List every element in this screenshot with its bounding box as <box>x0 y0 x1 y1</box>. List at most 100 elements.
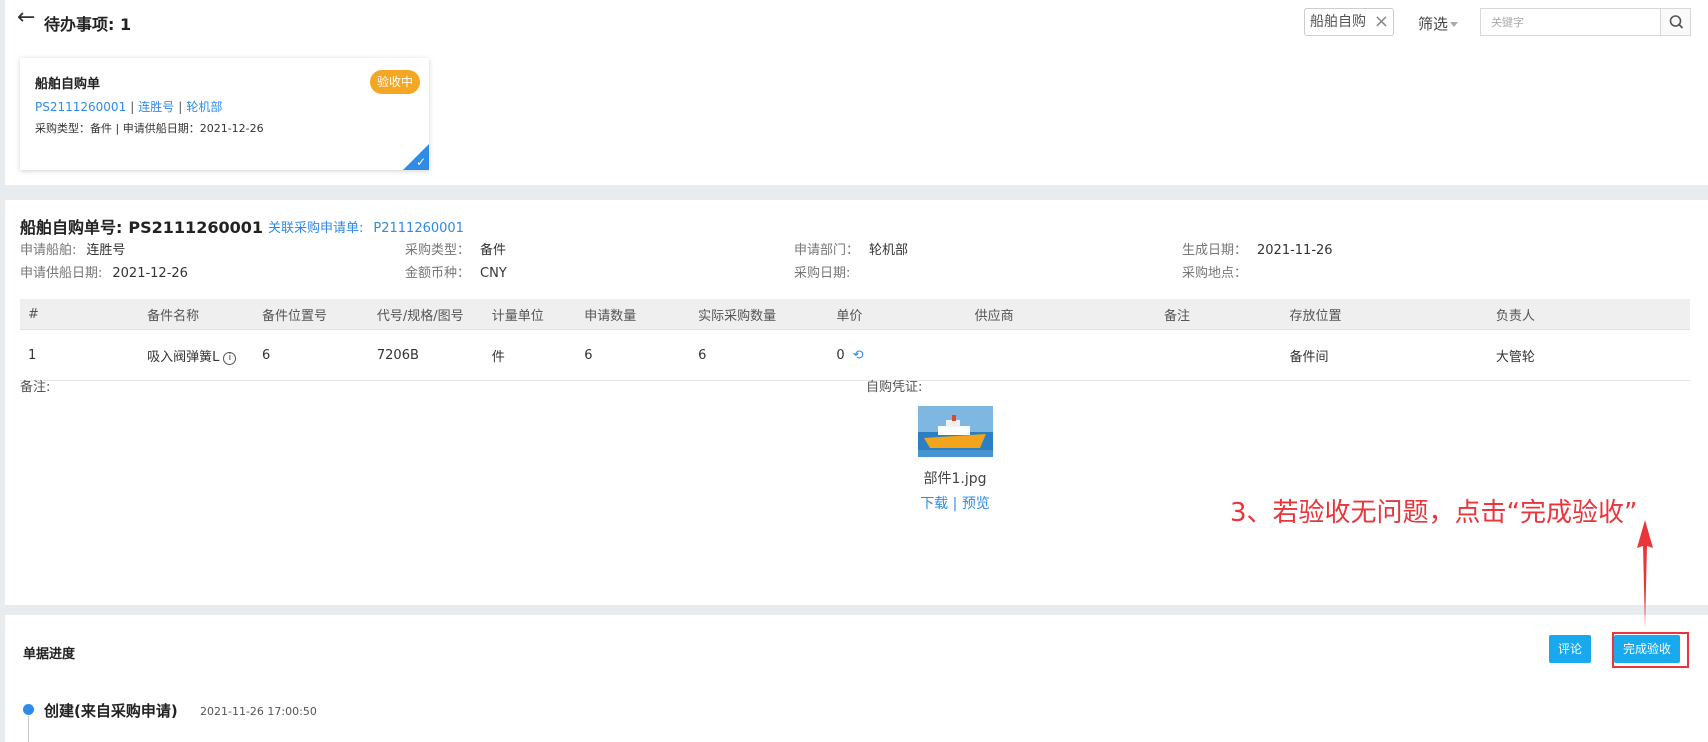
info-value: 轮机部 <box>869 243 909 258</box>
table-cell: 大管轮 <box>1487 329 1690 381</box>
column-header: 代号/规格/图号 <box>368 299 484 330</box>
card-ship-link[interactable]: 连胜号 <box>138 100 174 114</box>
info-label: 采购类型： <box>405 243 471 258</box>
search-button[interactable] <box>1660 8 1691 36</box>
order-title-label: 船舶自购单号: <box>20 218 123 237</box>
table-row: 1 吸入阀弹簧L i 6 7206B 件 6 6 0 ⟲ 备件间 大管轮 <box>20 329 1690 381</box>
voucher-actions: 下载 | 预览 <box>905 493 1005 513</box>
annotation-text: 3、若验收无问题，点击“完成验收” <box>1230 498 1638 528</box>
info-purchase-date: 采购日期: <box>794 262 860 281</box>
table-cell: 1 <box>20 329 140 381</box>
timeline-line <box>28 716 29 742</box>
card-links: PS2111260001 | 连胜号 | 轮机部 <box>35 98 222 115</box>
order-number: PS2111260001 <box>128 218 263 237</box>
info-label: 采购地点： <box>1182 266 1248 281</box>
search-icon <box>1669 15 1684 29</box>
check-icon: ✓ <box>415 155 426 169</box>
card-department-link[interactable]: 轮机部 <box>186 100 222 114</box>
column-header: 实际采购数量 <box>690 299 829 330</box>
unit-price: 0 <box>836 347 845 363</box>
voucher-label: 自购凭证: <box>866 380 923 395</box>
related-label: 关联采购申请单: <box>268 221 364 236</box>
voucher-file-name: 部件1.jpg <box>923 471 987 487</box>
progress-title: 单据进度 <box>23 647 76 662</box>
filter-tag[interactable]: 船舶自购 × <box>1304 8 1394 36</box>
info-label: 申请船舶: <box>20 243 77 258</box>
column-header: 负责人 <box>1487 299 1690 330</box>
todo-card[interactable]: 船舶自购单 验收中 PS2111260001 | 连胜号 | 轮机部 采购类型：备件 |… <box>20 58 429 170</box>
card-meta: 采购类型：备件 | 申请供船日期：2021-12-26 <box>35 122 264 135</box>
info-supply-date: 申请供船日期: 2021-12-26 <box>20 262 188 281</box>
annotation-arrow-icon <box>1637 520 1653 628</box>
info-created-date: 生成日期： 2021-11-26 <box>1182 239 1333 258</box>
table-cell <box>966 329 1156 381</box>
table-header-row: # 备件名称 备件位置号 代号/规格/图号 计量单位 申请数量 实际采购数量 单… <box>20 299 1690 330</box>
card-order-link[interactable]: PS2111260001 <box>35 100 126 114</box>
info-ship: 申请船舶: 连胜号 <box>20 239 125 258</box>
table-cell <box>1155 329 1282 381</box>
ship-image-icon <box>918 406 993 457</box>
info-value: 2021-11-26 <box>1257 243 1333 258</box>
history-icon[interactable]: ⟲ <box>853 348 864 363</box>
separator: | <box>178 100 183 114</box>
info-value: CNY <box>480 266 507 281</box>
back-arrow-icon[interactable]: ← <box>17 6 35 30</box>
search-input[interactable] <box>1480 8 1661 36</box>
info-department: 申请部门： 轮机部 <box>794 239 908 258</box>
table-cell: 6 <box>576 329 691 381</box>
status-badge: 验收中 <box>370 70 421 94</box>
column-header: 计量单位 <box>483 299 577 330</box>
column-header: 申请数量 <box>576 299 691 330</box>
timeline-item-time: 2021-11-26 17:00:50 <box>200 705 317 718</box>
info-label: 申请部门： <box>794 243 860 258</box>
separator: | <box>130 100 135 114</box>
page-title: 待办事项: 1 <box>44 15 132 34</box>
info-value: 2021-12-26 <box>112 266 188 281</box>
info-icon[interactable]: i <box>223 351 237 365</box>
remark-label: 备注: <box>20 380 51 395</box>
part-name: 吸入阀弹簧L <box>147 349 220 365</box>
info-purchase-location: 采购地点： <box>1182 262 1257 281</box>
table-cell: 6 <box>690 329 829 381</box>
column-header: # <box>20 299 140 330</box>
info-label: 采购日期: <box>794 266 851 281</box>
order-title: 船舶自购单号: PS2111260001 <box>20 214 263 238</box>
column-header: 存放位置 <box>1281 299 1488 330</box>
related-request[interactable]: 关联采购申请单: P2111260001 <box>268 217 464 236</box>
separator: | <box>952 496 958 512</box>
info-value: 备件 <box>480 243 507 258</box>
column-header: 备件名称 <box>139 299 254 330</box>
comment-button[interactable]: 评论 <box>1549 635 1592 663</box>
table-cell: 6 <box>254 329 369 381</box>
info-label: 金额币种： <box>405 266 471 281</box>
table-cell-part-name: 吸入阀弹簧L i <box>139 329 254 381</box>
info-value: 连胜号 <box>86 243 126 258</box>
column-header: 备注 <box>1155 299 1282 330</box>
highlight-box <box>1612 632 1689 668</box>
filter-label: 筛选 <box>1418 15 1449 33</box>
detail-panel: 船舶自购单号: PS2111260001 关联采购申请单: P2111260001 … <box>5 200 1708 605</box>
timeline-item-title: 创建(来自采购申请) <box>44 702 178 720</box>
card-title: 船舶自购单 <box>35 77 101 92</box>
items-table: # 备件名称 备件位置号 代号/规格/图号 计量单位 申请数量 实际采购数量 单… <box>20 299 1690 381</box>
caret-down-icon <box>1450 22 1459 27</box>
related-request-link[interactable]: P2111260001 <box>373 221 464 236</box>
download-link[interactable]: 下载 <box>920 496 948 512</box>
filter-dropdown[interactable]: 筛选 <box>1418 13 1459 34</box>
column-header: 单价 <box>828 299 967 330</box>
preview-link[interactable]: 预览 <box>962 496 990 512</box>
table-cell: 备件间 <box>1281 329 1488 381</box>
filter-tag-label: 船舶自购 <box>1310 14 1366 30</box>
voucher-thumbnail[interactable] <box>918 406 993 457</box>
column-header: 供应商 <box>966 299 1156 330</box>
table-cell-price: 0 ⟲ <box>828 329 967 381</box>
table-cell: 件 <box>483 329 577 381</box>
table-cell: 7206B <box>368 329 484 381</box>
column-header: 备件位置号 <box>254 299 369 330</box>
timeline-dot <box>23 704 34 715</box>
close-icon[interactable]: × <box>1374 9 1389 35</box>
info-label: 生成日期： <box>1182 243 1248 258</box>
info-purchase-type: 采购类型： 备件 <box>405 239 506 258</box>
progress-panel: 单据进度 <box>5 615 1708 742</box>
info-currency: 金额币种： CNY <box>405 262 507 281</box>
